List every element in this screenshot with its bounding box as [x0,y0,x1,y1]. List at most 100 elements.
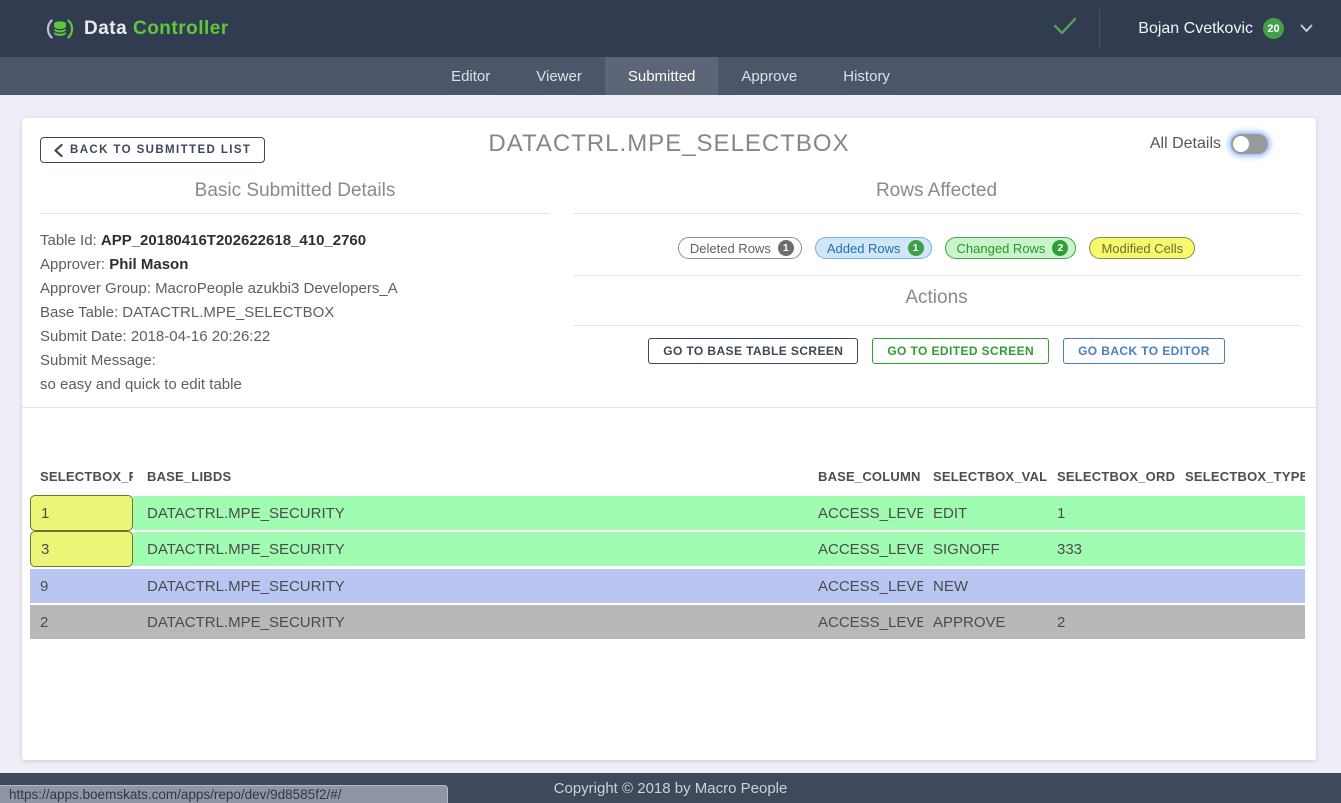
detail-label: Approver Group: [40,280,155,297]
page-title: DATACTRL.MPE_SELECTBOX [22,130,1316,158]
section-divider [573,275,1300,276]
table-row[interactable]: 9DATACTRL.MPE_SECURITYACCESS_LEVELNEW [30,569,1305,603]
go-back-to-editor-button[interactable]: GO BACK TO EDITOR [1063,338,1225,364]
table-cell: ACCESS_LEVEL [808,605,923,639]
table-cell [1175,496,1305,530]
detail-value: so easy and quick to edit table [40,376,242,393]
detail-row: Approver: Phil Mason [40,253,550,277]
table-cell: 333 [1047,532,1175,566]
submitted-detail-card: BACK TO SUBMITTED LIST DATACTRL.MPE_SELE… [22,118,1316,760]
badge-count: 1 [778,240,794,256]
detail-label: Submit Date: [40,328,131,345]
table-cell [1175,532,1305,566]
table-cell: DATACTRL.MPE_SECURITY [133,496,808,530]
user-name[interactable]: Bojan Cvetkovic [1138,20,1253,38]
main-nav: EditorViewerSubmittedApproveHistory [0,57,1341,95]
action-buttons: GO TO BASE TABLE SCREEN GO TO EDITED SCRE… [573,338,1300,364]
status-check-icon [1053,17,1077,40]
all-details-label: All Details [1150,135,1221,153]
table-cell: 3 [30,531,133,567]
badge-label: Deleted Rows [690,241,771,256]
nav-tab-history[interactable]: History [820,57,913,95]
nav-tab-approve[interactable]: Approve [718,57,820,95]
detail-label: Base Table: [40,304,122,321]
table-cell: 2 [30,605,133,639]
badge-count: 2 [1052,240,1068,256]
browser-status-url: https://apps.boemskats.com/apps/repo/dev… [0,785,448,803]
badge-count: 1 [908,240,924,256]
column-header-selectbox_value[interactable]: SELECTBOX_VALUE [923,464,1047,488]
actions-heading: Actions [573,287,1300,309]
deleted-rows-badge[interactable]: Deleted Rows 1 [678,237,802,259]
toggle-knob [1233,136,1249,152]
section-divider [573,213,1300,214]
table-cell: EDIT [923,496,1047,530]
chevron-down-icon[interactable] [1300,20,1313,38]
table-cell: DATACTRL.MPE_SECURITY [133,605,808,639]
detail-row: so easy and quick to edit table [40,373,550,397]
table-cell: ACCESS_LEVEL [808,569,923,603]
detail-label: Table Id: [40,232,101,249]
table-cell [1175,605,1305,639]
table-cell: 9 [30,569,133,603]
badge-label: Modified Cells [1101,241,1183,256]
basic-details-section: Basic Submitted Details Table Id: APP_20… [40,180,550,397]
table-cell: APPROVE [923,605,1047,639]
detail-row: Table Id: APP_20180416T202622618_410_276… [40,229,550,253]
nav-tab-viewer[interactable]: Viewer [513,57,605,95]
rows-affected-section: Rows Affected Deleted Rows1Added Rows1Ch… [573,180,1300,202]
modified-rows-badge[interactable]: Modified Cells [1089,237,1195,259]
added-rows-badge[interactable]: Added Rows 1 [815,237,932,259]
nav-tab-submitted[interactable]: Submitted [605,57,719,95]
nav-tab-editor[interactable]: Editor [428,57,513,95]
affected-rows-table: SELECTBOX_RKBASE_LIBDSBASE_COLUMNSELECTB… [30,464,1305,641]
header-divider [1099,9,1100,49]
table-cell: NEW [923,569,1047,603]
table-cell: SIGNOFF [923,532,1047,566]
app-header: Data Controller Bojan Cvetkovic 20 [0,0,1341,57]
database-logo-icon [45,14,75,44]
column-header-base_libds[interactable]: BASE_LIBDS [133,464,808,488]
rows-affected-heading: Rows Affected [573,180,1300,202]
copyright-text: Copyright © 2018 by Macro People [554,780,788,797]
detail-value: MacroPeople azukbi3 Developers_A [155,280,398,297]
detail-value: DATACTRL.MPE_SELECTBOX [122,304,334,321]
user-count-badge: 20 [1263,18,1284,39]
app-logo: Data Controller [45,14,229,44]
table-row[interactable]: 2DATACTRL.MPE_SECURITYACCESS_LEVELAPPROV… [30,605,1305,639]
badge-label: Added Rows [827,241,901,256]
table-cell [1047,569,1175,603]
column-header-selectbox_type[interactable]: SELECTBOX_TYPE [1175,464,1305,488]
table-cell: 1 [1047,496,1175,530]
details-list: Table Id: APP_20180416T202622618_410_276… [40,214,550,397]
column-header-selectbox_order[interactable]: SELECTBOX_ORDER [1047,464,1175,488]
section-divider [573,325,1300,326]
table-cell: ACCESS_LEVEL [808,532,923,566]
detail-label: Approver: [40,256,109,273]
table-cell [1175,569,1305,603]
table-cell: DATACTRL.MPE_SECURITY [133,569,808,603]
table-header-row: SELECTBOX_RKBASE_LIBDSBASE_COLUMNSELECTB… [30,464,1305,488]
detail-row: Approver Group: MacroPeople azukbi3 Deve… [40,277,550,301]
go-to-edited-screen-button[interactable]: GO TO EDITED SCREEN [872,338,1049,364]
table-row[interactable]: 3DATACTRL.MPE_SECURITYACCESS_LEVELSIGNOF… [30,532,1305,566]
detail-label: Submit Message: [40,352,156,369]
changed-rows-badge[interactable]: Changed Rows 2 [945,237,1077,259]
table-cell: 1 [30,495,133,531]
badge-label: Changed Rows [957,241,1046,256]
table-row[interactable]: 1DATACTRL.MPE_SECURITYACCESS_LEVELEDIT1 [30,496,1305,530]
card-divider [22,407,1316,408]
detail-row: Base Table: DATACTRL.MPE_SELECTBOX [40,301,550,325]
detail-value: APP_20180416T202622618_410_2760 [101,232,366,249]
all-details-toggle[interactable] [1231,134,1268,154]
detail-row: Submit Message: [40,349,550,373]
column-header-base_column[interactable]: BASE_COLUMN [808,464,923,488]
app-title: Data Controller [84,18,229,40]
table-cell: DATACTRL.MPE_SECURITY [133,532,808,566]
rows-affected-badges: Deleted Rows 1 Added Rows 1 Changed Rows 2 Mod… [573,237,1300,259]
detail-value: Phil Mason [109,256,188,273]
detail-row: Submit Date: 2018-04-16 20:26:22 [40,325,550,349]
basic-details-heading: Basic Submitted Details [40,180,550,202]
column-header-selectbox_rk[interactable]: SELECTBOX_RK [30,464,133,488]
go-to-base-table-screen-button[interactable]: GO TO BASE TABLE SCREEN [648,338,858,364]
